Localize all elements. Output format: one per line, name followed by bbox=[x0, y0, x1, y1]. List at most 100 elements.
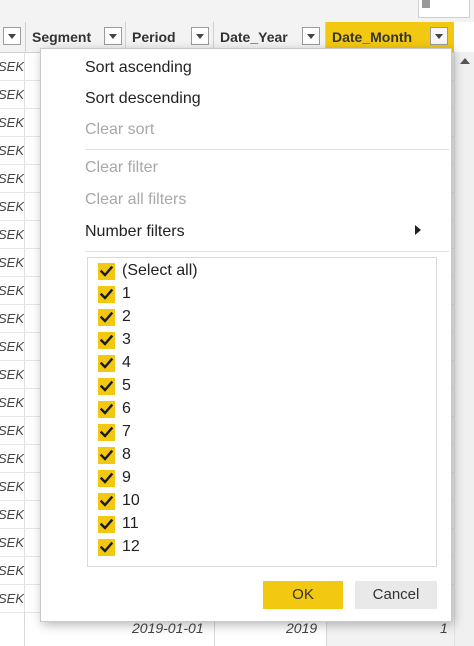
column-filter-dropdown-icon[interactable] bbox=[3, 27, 21, 45]
menu-item-number-filters[interactable]: Number filters bbox=[85, 223, 185, 241]
checkbox-checked-icon[interactable] bbox=[98, 401, 115, 418]
filter-option[interactable]: 10 bbox=[98, 492, 398, 512]
filter-option[interactable]: 9 bbox=[98, 469, 398, 489]
column-header-label: Date_Year bbox=[220, 29, 288, 45]
cell-currency: SEK bbox=[0, 529, 25, 556]
filter-option[interactable]: 11 bbox=[98, 515, 398, 535]
filter-option-label: 5 bbox=[122, 377, 131, 394]
vertical-scrollbar[interactable] bbox=[454, 52, 474, 646]
checkbox-checked-icon[interactable] bbox=[98, 378, 115, 395]
cell-currency: SEK bbox=[0, 193, 25, 220]
filter-option-label: (Select all) bbox=[122, 262, 198, 279]
cancel-button[interactable]: Cancel bbox=[355, 581, 437, 609]
cell-currency: SEK bbox=[0, 557, 25, 584]
cell-currency-text: SEK bbox=[0, 395, 25, 410]
cell-currency-text: SEK bbox=[0, 255, 25, 270]
filter-option-label: 11 bbox=[122, 515, 139, 532]
menu-divider bbox=[85, 251, 449, 252]
column-header-label: Date_Month bbox=[332, 29, 413, 45]
column-filter-dropdown-icon[interactable] bbox=[104, 27, 122, 45]
checkbox-checked-icon[interactable] bbox=[98, 493, 115, 510]
cell-currency: SEK bbox=[0, 137, 25, 164]
cell-currency-text: SEK bbox=[0, 591, 25, 606]
checkbox-checked-icon[interactable] bbox=[98, 332, 115, 349]
cell-date: 2019-01-01 bbox=[132, 620, 204, 636]
column-filter-dropdown-icon[interactable] bbox=[302, 27, 320, 45]
checkbox-checked-icon[interactable] bbox=[98, 447, 115, 464]
cell-currency-text: SEK bbox=[0, 563, 25, 578]
ok-button[interactable]: OK bbox=[263, 581, 343, 609]
cell-currency-text: SEK bbox=[0, 199, 25, 214]
cell-currency: SEK bbox=[0, 585, 25, 612]
filter-values-list[interactable]: (Select all) 1 2 3 4 5 6 7 8 9 10 11 12 bbox=[87, 257, 437, 567]
filter-option[interactable]: 2 bbox=[98, 308, 398, 328]
scroll-up-arrow-icon[interactable] bbox=[460, 58, 470, 64]
menu-item-sort-descending[interactable]: Sort descending bbox=[85, 90, 201, 108]
filter-option-label: 4 bbox=[122, 354, 131, 371]
cell-currency-text: SEK bbox=[0, 227, 25, 242]
filter-option-label: 7 bbox=[122, 423, 131, 440]
filter-option-label: 6 bbox=[122, 400, 131, 417]
cell-currency-text: SEK bbox=[0, 339, 25, 354]
column-header-label: Period bbox=[132, 29, 176, 45]
checkbox-checked-icon[interactable] bbox=[98, 286, 115, 303]
cell-currency-text: SEK bbox=[0, 283, 25, 298]
filter-option-label: 8 bbox=[122, 446, 131, 463]
cell-currency: SEK bbox=[0, 221, 25, 248]
menu-item-sort-ascending[interactable]: Sort ascending bbox=[85, 59, 192, 77]
top-box-marker bbox=[422, 0, 430, 8]
cell-currency: SEK bbox=[0, 417, 25, 444]
filter-option[interactable]: 1 bbox=[98, 285, 398, 305]
cell-year: 2019 bbox=[286, 620, 318, 636]
cell-currency: SEK bbox=[0, 277, 25, 304]
checkbox-checked-icon[interactable] bbox=[98, 424, 115, 441]
cell-currency: SEK bbox=[0, 445, 25, 472]
checkbox-checked-icon[interactable] bbox=[98, 355, 115, 372]
checkbox-checked-icon[interactable] bbox=[98, 309, 115, 326]
checkbox-checked-icon[interactable] bbox=[98, 470, 115, 487]
menu-item-clear-all-filters[interactable]: Clear all filters bbox=[85, 191, 186, 209]
menu-item-clear-filter[interactable]: Clear filter bbox=[85, 159, 158, 177]
column-header-label: Segment bbox=[32, 29, 92, 45]
checkbox-checked-icon[interactable] bbox=[98, 516, 115, 533]
cell-currency-text: SEK bbox=[0, 507, 25, 522]
cell-currency: SEK bbox=[0, 81, 25, 108]
checkbox-checked-icon[interactable] bbox=[98, 263, 115, 280]
filter-option[interactable]: (Select all) bbox=[98, 262, 398, 282]
cell-currency: SEK bbox=[0, 305, 25, 332]
filter-option[interactable]: 5 bbox=[98, 377, 398, 397]
cell-currency-text: SEK bbox=[0, 311, 25, 326]
cell-currency-text: SEK bbox=[0, 115, 25, 130]
cell-currency-text: SEK bbox=[0, 535, 25, 550]
cell-currency: SEK bbox=[0, 165, 25, 192]
filter-option[interactable]: 3 bbox=[98, 331, 398, 351]
column-filter-dropdown-icon[interactable] bbox=[430, 27, 448, 45]
checkbox-checked-icon[interactable] bbox=[98, 539, 115, 556]
cell-currency: SEK bbox=[0, 109, 25, 136]
top-strip bbox=[0, 0, 474, 22]
column-filter-menu: Sort ascending Sort descending Clear sor… bbox=[40, 48, 452, 622]
filter-option[interactable]: 4 bbox=[98, 354, 398, 374]
cell-currency-text: SEK bbox=[0, 479, 25, 494]
cell-currency-text: SEK bbox=[0, 87, 25, 102]
column-filter-dropdown-icon[interactable] bbox=[191, 27, 209, 45]
cell-currency-text: SEK bbox=[0, 143, 25, 158]
filter-option-label: 1 bbox=[122, 285, 131, 302]
filter-option[interactable]: 12 bbox=[98, 538, 398, 558]
cell-currency-text: SEK bbox=[0, 423, 25, 438]
filter-option-label: 9 bbox=[122, 469, 131, 486]
cell-currency-text: SEK bbox=[0, 367, 25, 382]
submenu-arrow-icon bbox=[415, 225, 421, 235]
filter-option[interactable]: 6 bbox=[98, 400, 398, 420]
filter-option[interactable]: 8 bbox=[98, 446, 398, 466]
cell-currency: SEK bbox=[0, 389, 25, 416]
menu-divider bbox=[85, 149, 449, 150]
filter-option-label: 2 bbox=[122, 308, 131, 325]
cell-currency: SEK bbox=[0, 249, 25, 276]
cell-currency: SEK bbox=[0, 53, 25, 80]
menu-item-clear-sort[interactable]: Clear sort bbox=[85, 121, 154, 139]
column-header-partial[interactable] bbox=[0, 22, 26, 52]
cell-currency: SEK bbox=[0, 361, 25, 388]
filter-option-label: 12 bbox=[122, 538, 140, 555]
filter-option[interactable]: 7 bbox=[98, 423, 398, 443]
